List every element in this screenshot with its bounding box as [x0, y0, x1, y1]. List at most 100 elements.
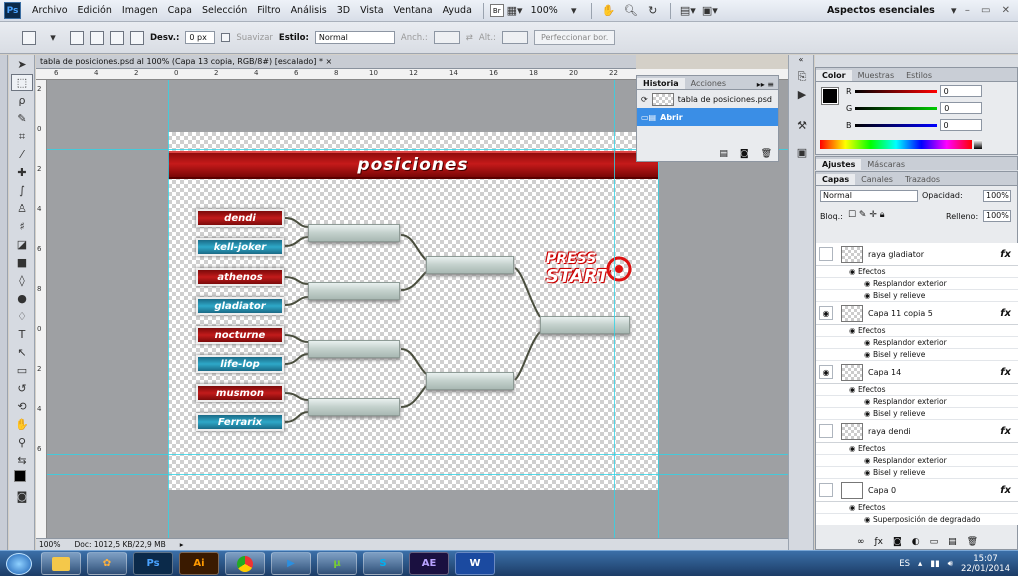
taskbar-app-explorer[interactable]: [41, 552, 81, 575]
effect-row[interactable]: ◉ Bisel y relieve: [816, 467, 1018, 479]
layer-row[interactable]: raya gladiator fx: [816, 243, 1018, 266]
player-slot[interactable]: life-lop: [196, 355, 284, 373]
menu-edicion[interactable]: Edición: [73, 5, 117, 16]
window-controls[interactable]: – ▭ ✕: [965, 5, 1014, 16]
taskbar-app-utorrent[interactable]: µ: [317, 552, 357, 575]
eyedropper-tool-icon[interactable]: ⁄: [11, 146, 33, 163]
effects-row[interactable]: ◉ Efectos: [816, 502, 1018, 514]
intersect-selection-icon[interactable]: [130, 30, 144, 45]
taskbar-app-chrome[interactable]: [225, 552, 265, 575]
layer-comps-icon[interactable]: ▣: [791, 144, 813, 161]
color-swatches[interactable]: [11, 470, 33, 487]
3d-orbit-tool-icon[interactable]: ⟲: [11, 398, 33, 415]
bridge-button[interactable]: Br: [489, 4, 504, 17]
layer-visibility-toggle[interactable]: [819, 483, 833, 497]
fx-icon[interactable]: fx: [1000, 249, 1011, 260]
tab-muestras[interactable]: Muestras: [852, 70, 901, 81]
player-slot[interactable]: dendi: [196, 209, 284, 227]
effect-row[interactable]: ◉ Resplandor exterior: [816, 396, 1018, 408]
taskbar-app-photoshop[interactable]: Ps: [133, 552, 173, 575]
refine-edge-button[interactable]: Perfeccionar bor.: [533, 30, 616, 45]
collapse-icon[interactable]: «: [789, 55, 813, 67]
menu-capa[interactable]: Capa: [163, 5, 197, 16]
type-tool-icon[interactable]: T: [11, 326, 33, 343]
fx-icon[interactable]: fx: [1000, 426, 1011, 437]
menu-3d[interactable]: 3D: [332, 5, 355, 16]
actions-panel-icon[interactable]: ▶: [791, 86, 813, 103]
fill-input[interactable]: 100%: [983, 210, 1011, 222]
eye-icon[interactable]: ◉: [849, 444, 858, 453]
player-slot[interactable]: Ferrarix: [196, 413, 284, 431]
move-tool-icon[interactable]: ➤: [11, 56, 33, 73]
layer-visibility-toggle[interactable]: ◉: [819, 306, 833, 320]
menu-archivo[interactable]: Archivo: [27, 5, 73, 16]
new-snapshot-icon[interactable]: ◙: [740, 149, 749, 159]
path-selection-tool-icon[interactable]: ↖: [11, 344, 33, 361]
default-colors-icon[interactable]: ⇆: [11, 452, 33, 469]
gradient-tool-icon[interactable]: ■: [11, 254, 33, 271]
lock-icons[interactable]: ☐ ✎ ✛ 🔒︎: [848, 210, 885, 220]
eye-icon[interactable]: ◉: [849, 267, 858, 276]
swap-icon[interactable]: ⇄: [466, 33, 473, 43]
eye-icon[interactable]: ◉: [864, 515, 873, 524]
language-indicator[interactable]: ES: [899, 559, 910, 569]
feather-input[interactable]: 0 px: [185, 31, 216, 44]
effect-row[interactable]: ◉ Resplandor exterior: [816, 337, 1018, 349]
green-value-input[interactable]: 0: [940, 102, 983, 114]
zoom-level-dropdown[interactable]: 100%: [526, 5, 563, 16]
player-slot[interactable]: nocturne: [196, 326, 284, 344]
eye-icon[interactable]: ◉: [864, 397, 873, 406]
red-slider[interactable]: [854, 89, 937, 93]
history-brush-source-icon[interactable]: ⟳: [641, 95, 648, 104]
menu-seleccion[interactable]: Selección: [197, 5, 252, 16]
menu-analisis[interactable]: Análisis: [286, 5, 332, 16]
zoom-tool-icon[interactable]: ⚲: [11, 434, 33, 451]
marquee-tool-icon[interactable]: ⬚: [11, 74, 33, 91]
bracket-slot-semifinal[interactable]: [426, 256, 514, 274]
bracket-slot-round2[interactable]: [308, 340, 400, 358]
menu-imagen[interactable]: Imagen: [117, 5, 163, 16]
tab-estilos[interactable]: Estilos: [900, 70, 938, 81]
tool-preset-dropdown-icon[interactable]: ▾: [45, 30, 61, 46]
document-canvas[interactable]: posiciones dendi kell-joker athenos glad…: [168, 132, 658, 490]
volume-icon[interactable]: 🔊︎: [948, 559, 953, 569]
foreground-color-swatch[interactable]: [821, 87, 839, 105]
fx-icon[interactable]: fx: [1000, 308, 1011, 319]
effect-row[interactable]: ◉ Resplandor exterior: [816, 455, 1018, 467]
eye-icon[interactable]: ◉: [849, 326, 858, 335]
layer-visibility-toggle[interactable]: [819, 247, 833, 261]
fx-icon[interactable]: fx: [1000, 367, 1011, 378]
vertical-ruler[interactable]: 2 0 2 4 6 8 0 2 4 6: [36, 80, 47, 538]
hand-tool-icon[interactable]: ✋: [11, 416, 33, 433]
dodge-tool-icon[interactable]: ●: [11, 290, 33, 307]
blue-slider[interactable]: [854, 123, 937, 127]
blur-tool-icon[interactable]: ◊: [11, 272, 33, 289]
effect-row[interactable]: ◉ Bisel y relieve: [816, 290, 1018, 302]
menu-filtro[interactable]: Filtro: [252, 5, 285, 16]
effect-row[interactable]: ◉ Superposición de degradado: [816, 514, 1018, 525]
status-menu-arrow-icon[interactable]: ▸: [180, 540, 184, 549]
tab-acciones[interactable]: Acciones: [685, 78, 732, 89]
menu-ventana[interactable]: Ventana: [389, 5, 438, 16]
brush-tool-icon[interactable]: ∫: [11, 182, 33, 199]
effect-row[interactable]: ◉ Bisel y relieve: [816, 408, 1018, 420]
bracket-slot-semifinal[interactable]: [426, 372, 514, 390]
eye-icon[interactable]: ◉: [864, 350, 873, 359]
player-slot[interactable]: musmon: [196, 384, 284, 402]
eye-icon[interactable]: ◉: [864, 468, 873, 477]
subtract-selection-icon[interactable]: [110, 30, 124, 45]
tray-expand-icon[interactable]: ▴: [918, 559, 922, 569]
new-document-icon[interactable]: ▤: [719, 149, 728, 159]
effects-row[interactable]: ◉ Efectos: [816, 266, 1018, 278]
guide-line[interactable]: [168, 80, 169, 538]
hand-tool-icon[interactable]: ✋: [601, 3, 617, 19]
guide-line[interactable]: [47, 454, 788, 455]
delete-layer-icon[interactable]: 🗑︎: [967, 537, 978, 547]
layer-row[interactable]: ◉ Capa 14 fx: [816, 361, 1018, 384]
effect-row[interactable]: ◉ Resplandor exterior: [816, 278, 1018, 290]
history-step-row[interactable]: ▭▤ Abrir: [637, 108, 778, 126]
zoom-dropdown-arrow-icon[interactable]: ▾: [566, 3, 582, 19]
menu-ayuda[interactable]: Ayuda: [438, 5, 477, 16]
layer-row[interactable]: raya dendi fx: [816, 420, 1018, 443]
opacity-input[interactable]: 100%: [983, 190, 1011, 202]
